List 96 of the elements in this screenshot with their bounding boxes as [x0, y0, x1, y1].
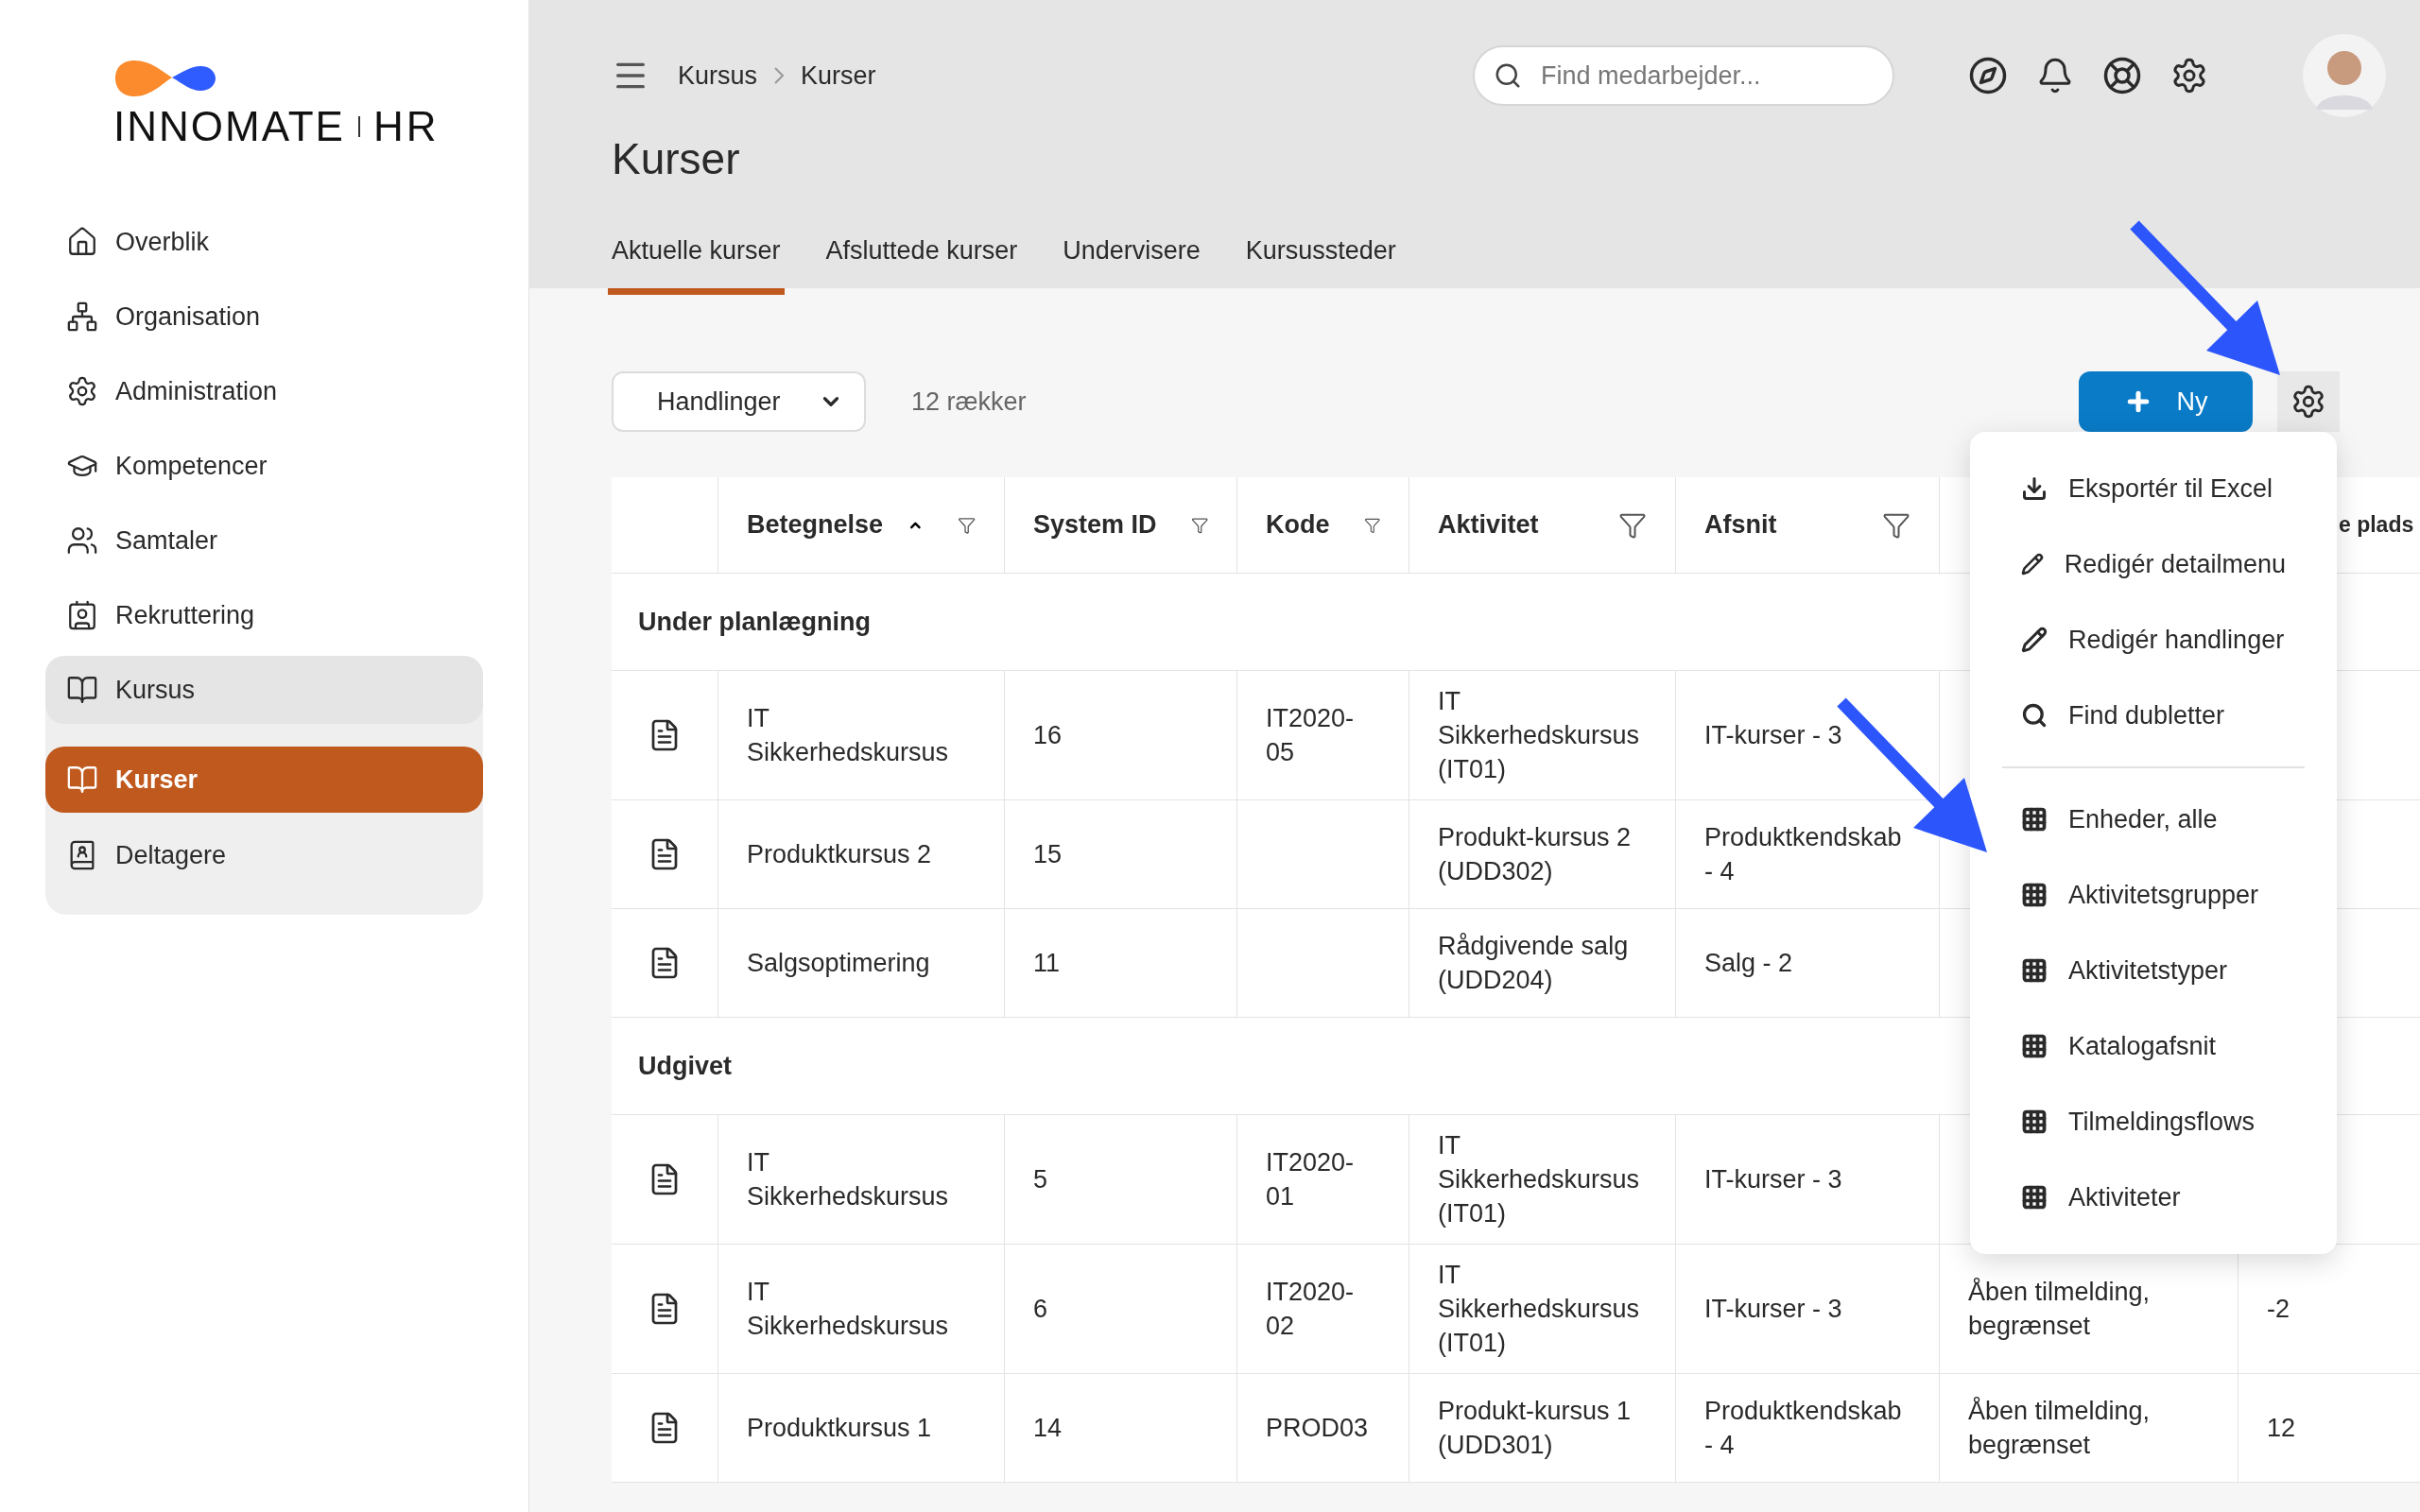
menu-item[interactable]: Find dubletter	[2002, 678, 2305, 753]
table-cell-text: Produktkendskab - 4	[1704, 1396, 1903, 1461]
menu-item[interactable]: Aktivitetsgrupper	[2002, 857, 2305, 933]
table-cell-text: IT-kurser - 3	[1704, 1164, 1842, 1195]
hierarchy-icon	[66, 301, 98, 333]
column-header[interactable]: Aktivitet	[1438, 506, 1539, 544]
table-cell-text: 12	[2267, 1413, 2296, 1444]
table-cell-text: IT Sikkerhedskursus	[747, 1277, 950, 1342]
menu-item[interactable]: Redigér handlinger	[2002, 602, 2305, 678]
book-icon	[66, 674, 98, 706]
table-cell-text: Rådgivende salg (UDD204)	[1438, 931, 1630, 996]
download-icon	[2021, 475, 2048, 502]
grid-icon	[2021, 882, 2048, 908]
breadcrumb-link[interactable]: Kursus	[678, 56, 758, 95]
compass-icon[interactable]	[1968, 56, 2008, 95]
group-header: Udgivet	[638, 1050, 732, 1082]
grid-icon	[2021, 1184, 2048, 1211]
grid-icon	[2021, 806, 2048, 833]
table-cell-text: IT2020-05	[1266, 703, 1356, 768]
page-title: Kurser	[612, 133, 741, 185]
chevron-icon	[774, 67, 785, 84]
id-card-icon	[66, 599, 98, 631]
menu-item[interactable]: Eksportér til Excel	[2002, 451, 2305, 526]
column-header[interactable]: Kode	[1266, 506, 1330, 544]
table-cell-text: IT Sikkerhedskursus	[747, 1147, 950, 1212]
table-cell-text: IT-kurser - 3	[1704, 1294, 1842, 1325]
grid-icon	[2021, 1108, 2048, 1135]
tab[interactable]: Afsluttede kurser	[821, 225, 1022, 295]
nav-item[interactable]: Kurser	[45, 747, 483, 813]
search-icon	[2021, 702, 2048, 729]
settings-button[interactable]	[2277, 371, 2340, 432]
nav-item[interactable]: Rekruttering	[45, 581, 483, 649]
column-header[interactable]: Betegnelse	[747, 506, 884, 544]
gear-icon	[66, 375, 98, 407]
search-field[interactable]: Find medarbejder...	[1473, 45, 1894, 106]
nav-item[interactable]: Administration	[45, 357, 483, 425]
menu-item[interactable]: Tilmeldingsflows	[2002, 1084, 2305, 1160]
tab[interactable]: Kursussteder	[1241, 225, 1400, 295]
search-icon	[1494, 61, 1522, 90]
column-header[interactable]: System ID	[1033, 506, 1157, 544]
new-button[interactable]: Ny	[2079, 371, 2253, 432]
settings-icon[interactable]	[2170, 57, 2208, 94]
menu-item[interactable]: Aktivitetstyper	[2002, 933, 2305, 1008]
nav-item[interactable]: Organisation	[45, 283, 483, 351]
table-cell-text: IT Sikkerhedskursus	[747, 703, 950, 768]
table-cell-text: 14	[1033, 1413, 1063, 1444]
people-icon	[66, 524, 98, 557]
tab[interactable]: Aktuelle kurser	[608, 225, 785, 295]
pencil-icon	[2021, 627, 2048, 653]
table-cell-text: 11	[1033, 948, 1061, 979]
table-cell-text: IT Sikkerhedskursus (IT01)	[1438, 686, 1641, 785]
lifebuoy-icon[interactable]	[2102, 56, 2142, 95]
table-cell-text: Produktkursus 2	[747, 839, 932, 870]
pencil-icon	[2021, 551, 2044, 577]
book-icon	[66, 764, 98, 796]
row-count: 12 rækker	[911, 386, 1027, 418]
column-header[interactable]: e plads	[2339, 508, 2414, 541]
table-cell-text: IT2020-02	[1266, 1277, 1356, 1342]
table-cell-text: 5	[1033, 1164, 1048, 1195]
table-cell-text: 16	[1033, 720, 1063, 751]
table-cell-text: Salgsoptimering	[747, 948, 930, 979]
grid-icon	[2021, 957, 2048, 984]
table-cell-text: Produkt-kursus 2 (UDD302)	[1438, 822, 1633, 887]
nav-item[interactable]: Kursus	[45, 656, 483, 724]
table-cell-text: PROD03	[1266, 1413, 1369, 1444]
menu-item[interactable]: Enheder, alle	[2002, 782, 2305, 857]
actions-dropdown[interactable]: Handlinger	[612, 371, 866, 432]
logo-suffix: HR	[372, 106, 440, 147]
menu-item[interactable]: Redigér detailmenu	[2002, 526, 2305, 602]
table-cell-text: Åben tilmelding, begrænset	[1968, 1396, 2152, 1461]
nav-item[interactable]: Overblik	[45, 208, 483, 276]
nav-item[interactable]: Samtaler	[45, 507, 483, 575]
table-cell-text: Åben tilmelding, begrænset	[1968, 1277, 2152, 1342]
table-cell-text: Produktkursus 1	[747, 1413, 932, 1444]
table-cell-text: Produktkendskab - 4	[1704, 822, 1903, 887]
table-cell-text: Salg - 2	[1704, 948, 1793, 979]
home-icon	[66, 226, 98, 258]
group-header: Under planlægning	[638, 606, 871, 638]
settings-icon	[2290, 384, 2326, 420]
table-cell-text: Produkt-kursus 1 (UDD301)	[1438, 1396, 1633, 1461]
table-cell-text: IT2020-01	[1266, 1147, 1356, 1212]
table-cell-text: IT Sikkerhedskursus (IT01)	[1438, 1260, 1641, 1359]
column-header[interactable]: Afsnit	[1704, 506, 1777, 544]
table-cell-text: IT Sikkerhedskursus (IT01)	[1438, 1130, 1641, 1229]
table-cell-text: 6	[1033, 1294, 1048, 1325]
grid-icon	[2021, 1033, 2048, 1059]
nav-item[interactable]: Deltagere	[45, 822, 483, 888]
logo-text: INNOMATE	[113, 106, 345, 147]
tab[interactable]: Undervisere	[1059, 225, 1204, 295]
breadcrumb-link[interactable]: Kurser	[801, 56, 876, 95]
menu-item[interactable]: Katalogafsnit	[2002, 1008, 2305, 1084]
menu-item[interactable]: Aktiviteter	[2002, 1160, 2305, 1235]
table-cell-text: 15	[1033, 839, 1063, 870]
table-cell-text: -2	[2267, 1294, 2290, 1325]
table-cell-text: IT-kurser - 3	[1704, 720, 1842, 751]
nav-item[interactable]: Kompetencer	[45, 432, 483, 500]
